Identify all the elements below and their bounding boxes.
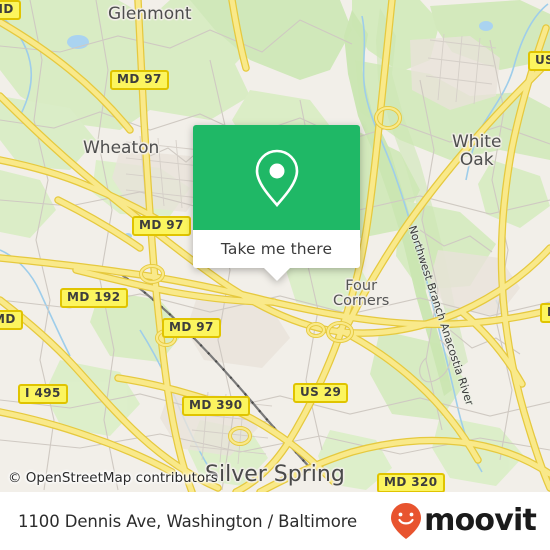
take-me-there-callout[interactable]: Take me there (193, 125, 360, 281)
moovit-wordmark: moovit (424, 503, 537, 538)
moovit-smiley-pin-icon (391, 503, 422, 539)
highway-shield: MD 97 (110, 70, 169, 90)
highway-shield: MD (0, 0, 21, 20)
highway-shield: US 1 (528, 51, 550, 71)
footer-bar: 1100 Dennis Ave, Washington / Baltimore … (0, 492, 550, 550)
callout-action-bar[interactable]: Take me there (193, 230, 360, 268)
highway-shield: MD 320 (377, 473, 445, 492)
highway-shield: MD (0, 310, 23, 330)
highway-shield: MD (540, 303, 550, 323)
osm-attribution[interactable]: © OpenStreetMap contributors (8, 470, 218, 486)
callout-tail (263, 268, 290, 281)
take-me-there-label: Take me there (220, 240, 333, 258)
map-pin-icon (255, 149, 298, 207)
highway-shield: I 495 (18, 384, 68, 404)
highway-shield: US 29 (293, 383, 349, 403)
highway-shield: MD 192 (60, 288, 128, 308)
moovit-logo[interactable]: moovit (389, 502, 537, 540)
highway-shield: MD 390 (182, 396, 250, 416)
map-screenshot: Glenmont Wheaton White Oak Four Corners … (0, 0, 550, 550)
highway-shield: MD 97 (132, 216, 191, 236)
address-text: 1100 Dennis Ave, Washington / Baltimore (18, 511, 358, 531)
callout-pin-panel (193, 125, 360, 230)
highway-shield: MD 97 (162, 318, 221, 338)
map-canvas[interactable]: Glenmont Wheaton White Oak Four Corners … (0, 0, 550, 492)
